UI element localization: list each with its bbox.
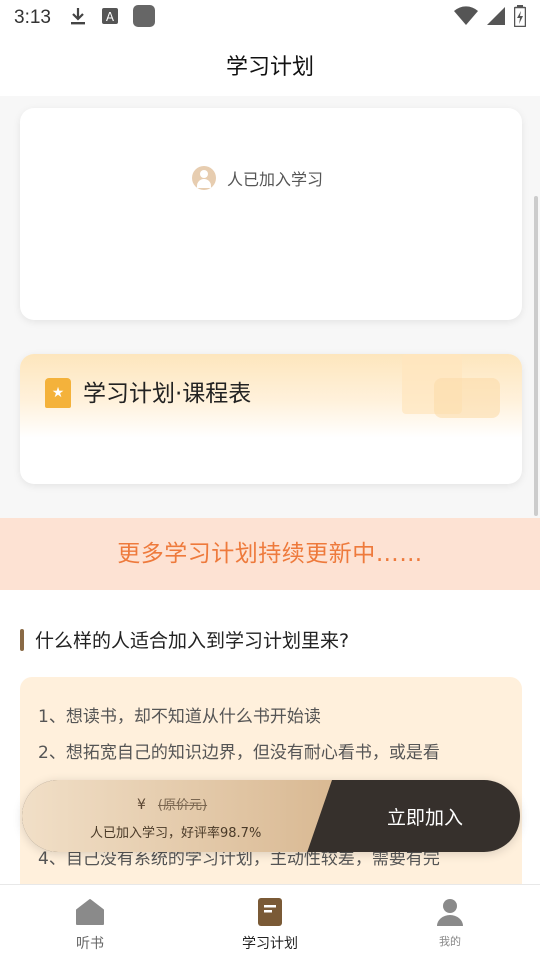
tab-study-plan[interactable]: 学习计划	[180, 885, 360, 960]
joined-count: 人已加入学习	[192, 166, 323, 190]
tab-label: 听书	[76, 936, 104, 952]
join-bar: ¥ (原价元) 人已加入学习，好评率98.7% 立即加入	[22, 780, 520, 852]
home-icon	[75, 897, 105, 927]
status-bar: 3:13 A	[0, 0, 540, 36]
join-now-button[interactable]: 立即加入	[330, 780, 520, 852]
svg-text:A: A	[106, 10, 115, 24]
tab-mine[interactable]: 我的	[360, 885, 540, 960]
section-heading: 什么样的人适合加入到学习计划里来?	[20, 626, 349, 653]
tab-label: 学习计划	[242, 936, 298, 952]
plan-intro-card: 人已加入学习	[20, 108, 522, 320]
wifi-icon	[454, 5, 478, 31]
joined-text: 人已加入学习	[227, 170, 324, 189]
schedule-card[interactable]: ★ 学习计划·课程表	[20, 354, 522, 484]
heading-accent-bar	[20, 628, 24, 651]
currency-symbol: ¥	[137, 797, 146, 813]
list-item: 1、想读书，却不知道从什么书开始读	[38, 707, 321, 727]
join-stats: 人已加入学习，好评率98.7%	[90, 826, 262, 841]
status-time: 3:13	[14, 7, 51, 28]
tab-label: 我的	[439, 935, 461, 948]
download-icon	[69, 6, 87, 31]
update-banner: 更多学习计划持续更新中……	[0, 518, 540, 590]
signal-icon	[486, 6, 506, 31]
section-title: 什么样的人适合加入到学习计划里来?	[35, 630, 350, 652]
tab-listen[interactable]: 听书	[0, 885, 180, 960]
avatar-icon	[192, 166, 216, 190]
original-price: (原价元)	[157, 798, 208, 813]
price-panel	[22, 780, 332, 852]
star-bookmark-icon: ★	[45, 378, 71, 408]
scrollbar[interactable]	[534, 196, 538, 516]
battery-icon	[513, 4, 527, 32]
list-item: 2、想拓宽自己的知识边界，但没有耐心看书，或是看	[38, 743, 440, 763]
schedule-title: 学习计划·课程表	[83, 381, 252, 407]
user-icon	[435, 897, 465, 927]
price-row: ¥ (原价元)	[137, 794, 207, 813]
content-area[interactable]: 人已加入学习 ★ 学习计划·课程表 更多学习计划持续更新中…… 什么样的人适合加…	[0, 96, 540, 884]
app-square-icon	[132, 4, 155, 32]
decor-shape	[434, 378, 500, 418]
a-icon: A	[101, 7, 119, 30]
bottom-tab-bar: 听书 学习计划 我的	[0, 884, 540, 960]
page-title: 学习计划	[225, 55, 314, 80]
book-icon	[255, 897, 285, 927]
